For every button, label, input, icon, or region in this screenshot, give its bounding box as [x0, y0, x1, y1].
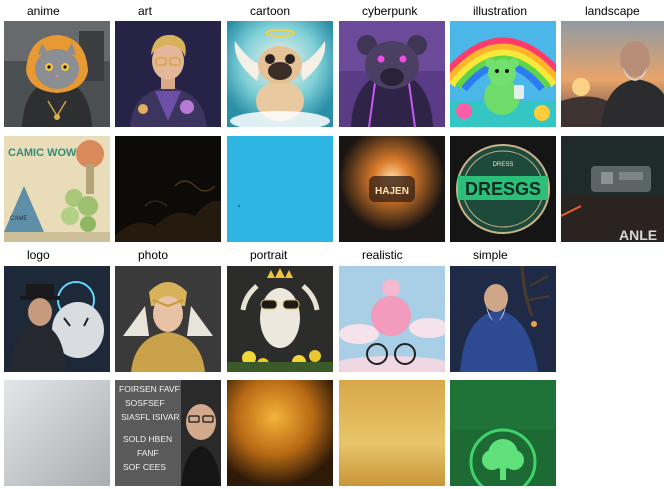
label-portrait: portrait — [250, 248, 288, 262]
type-line-5: FANF — [137, 448, 159, 458]
thumb-simple-tree-logo[interactable] — [450, 380, 556, 486]
thumb-gold-gradient[interactable] — [339, 380, 445, 486]
thumb-simple-wizard[interactable] — [450, 266, 556, 372]
label-anime: anime — [27, 4, 60, 18]
thumb-dress-logo[interactable]: DRESS DRESGS — [450, 136, 556, 242]
thumb-amber-blur[interactable] — [227, 380, 333, 486]
type-line-1: FOIRSEN FAVF — [119, 384, 180, 394]
thumb-landscape-old-man-sunset[interactable] — [561, 21, 664, 127]
type-line-6: SOF CEES — [123, 462, 166, 472]
thumb-portrait-goat-glasses[interactable] — [227, 266, 333, 372]
thumb-anime-cat-hoodie[interactable] — [4, 21, 110, 127]
thumb-neon-sign[interactable]: HAJEN — [339, 136, 445, 242]
thumb-photo-armored-woman[interactable] — [115, 266, 221, 372]
thumb-cyan-solid[interactable] — [227, 136, 333, 242]
thumb-gray-gradient[interactable] — [4, 380, 110, 486]
comic-sub-text: CAME — [10, 216, 27, 222]
label-simple: simple — [473, 248, 508, 262]
thumb-illustration-comic-poster[interactable]: CAMIC WOWIE CAME — [4, 136, 110, 242]
neon-sign-text: HAJEN — [375, 186, 409, 197]
thumb-cartoon-pug-angel[interactable] — [227, 21, 333, 127]
label-art: art — [138, 4, 153, 18]
label-logo: logo — [27, 248, 50, 262]
thumb-dark-texture[interactable] — [115, 136, 221, 242]
type-line-2: SOSFSEF — [125, 398, 165, 408]
label-illustration: illustration — [473, 4, 528, 18]
thumb-realistic-cyclist-clouds[interactable] — [339, 266, 445, 372]
thumb-logo-man-tiger[interactable] — [4, 266, 110, 372]
comic-title-text: CAMIC WOWIE — [8, 147, 87, 159]
label-cyberpunk: cyberpunk — [362, 4, 418, 18]
thumb-illustration-rainbow-bear[interactable] — [450, 21, 556, 127]
label-landscape: landscape — [585, 4, 640, 18]
thumb-scifi-machinery[interactable]: ANLE — [561, 136, 664, 242]
thumb-photo-typography-man[interactable]: FOIRSEN FAVF SOSFSEF SIASFL ISIVAR SOLD … — [115, 380, 221, 486]
dress-main-text: DRESGS — [465, 179, 541, 199]
label-photo: photo — [138, 248, 169, 262]
label-realistic: realistic — [362, 248, 403, 262]
dress-top-text: DRESS — [493, 162, 514, 168]
label-cartoon: cartoon — [250, 4, 291, 18]
scifi-text: ANLE — [619, 227, 657, 242]
thumb-cyberpunk-bear-hoodie[interactable] — [339, 21, 445, 127]
thumb-art-man-glasses[interactable] — [115, 21, 221, 127]
type-line-4: SOLD HBEN — [123, 434, 172, 444]
type-line-3: SIASFL ISIVAR — [121, 412, 180, 422]
